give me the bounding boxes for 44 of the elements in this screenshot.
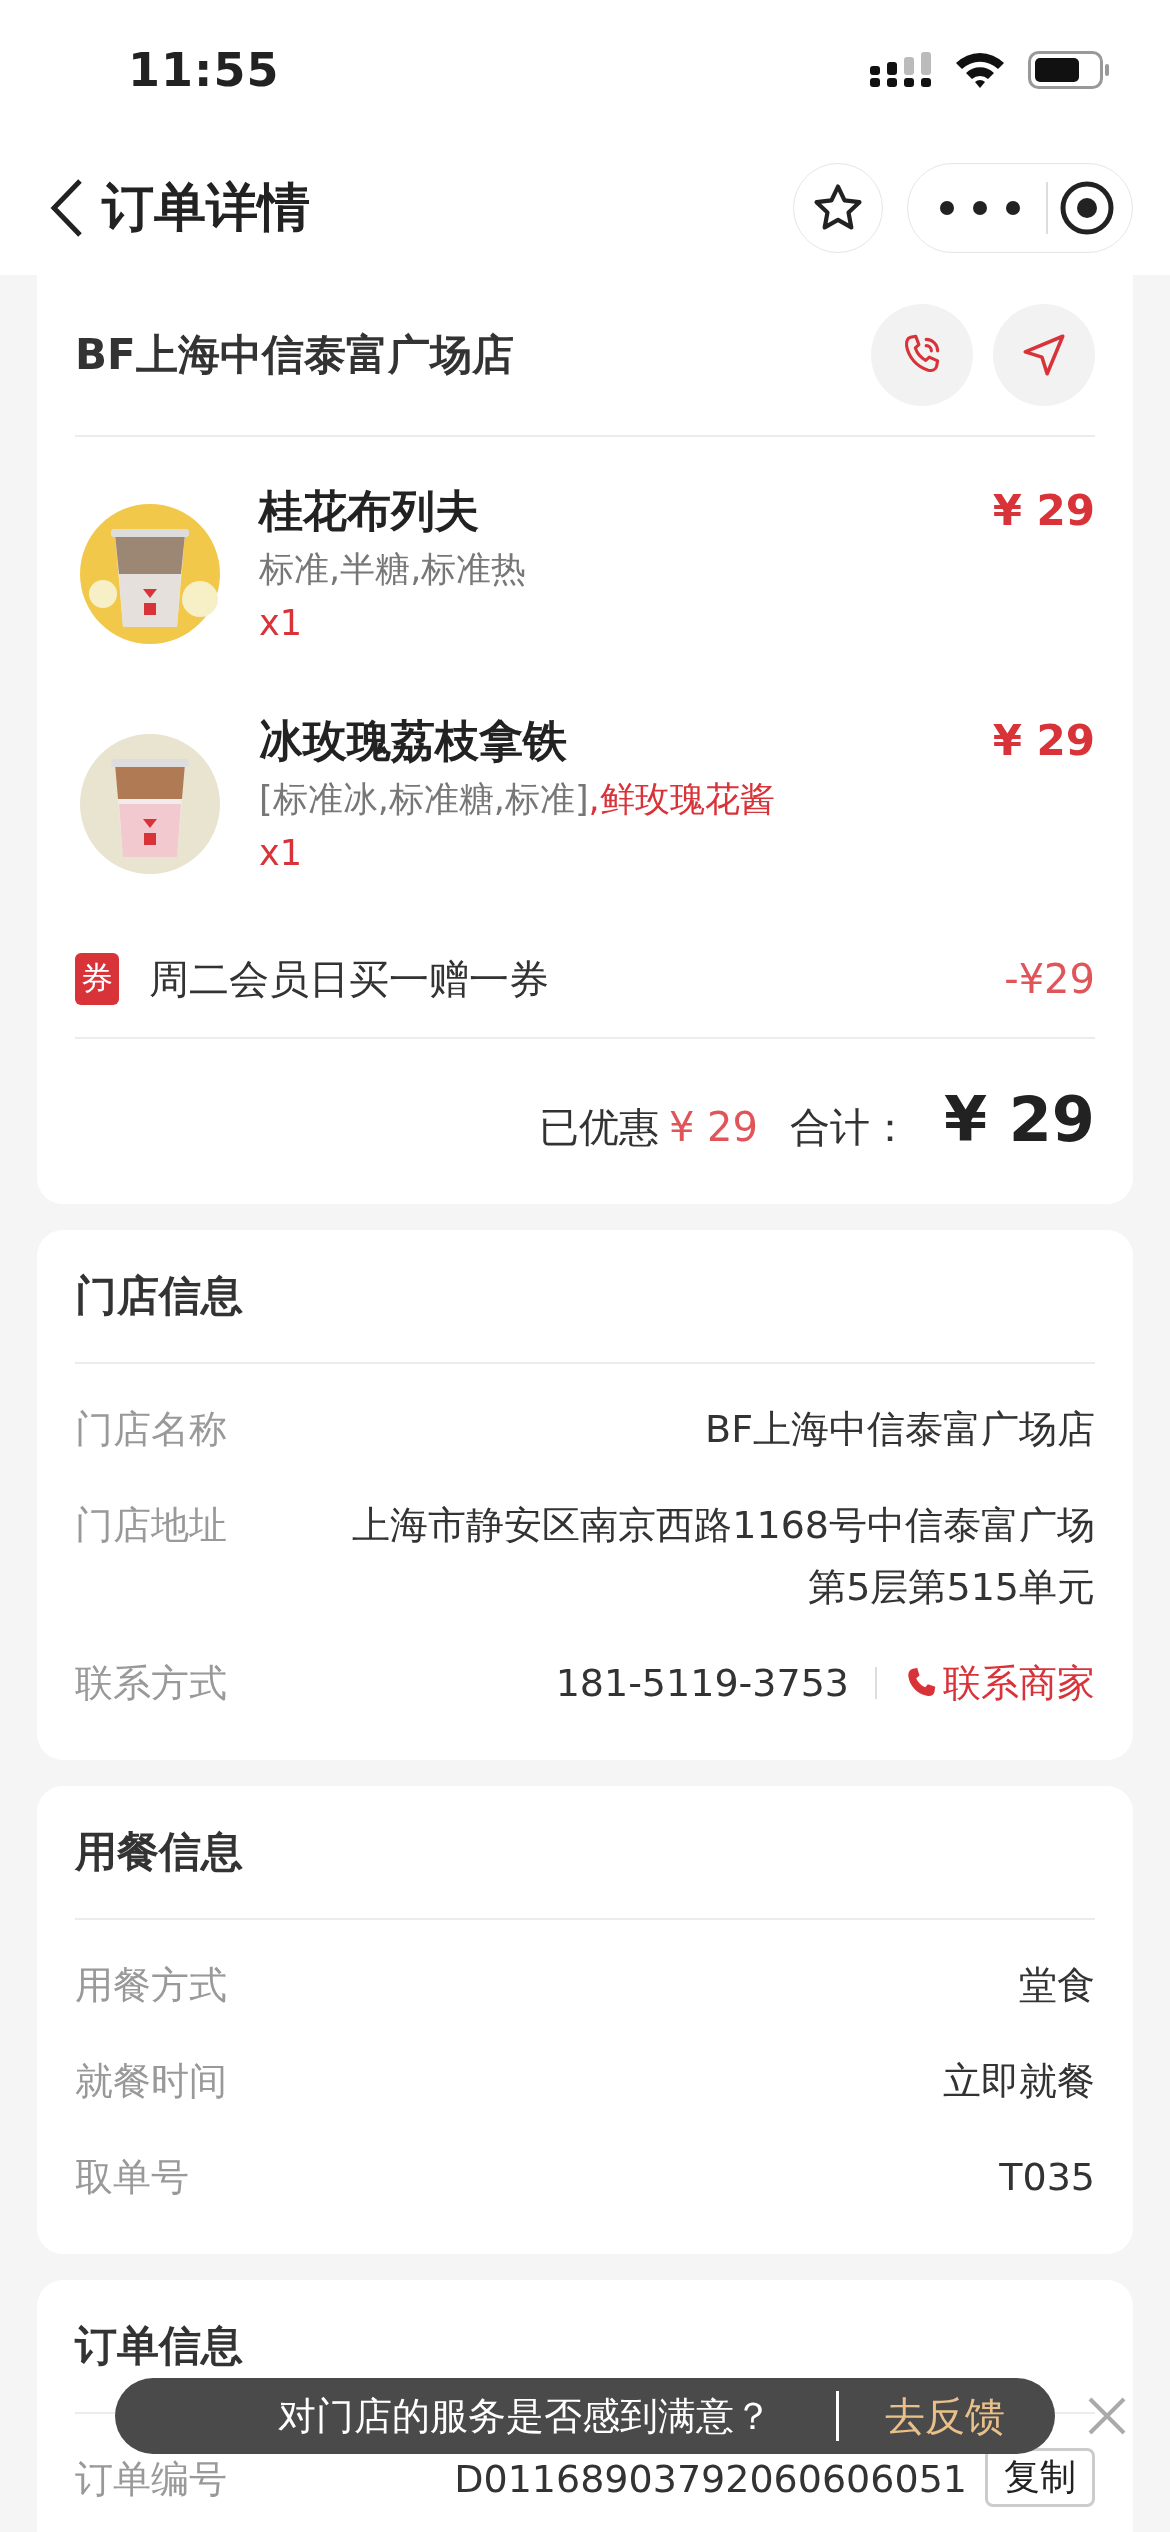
coupon-badge: 券: [75, 953, 119, 1005]
field-label: 用餐方式: [75, 1962, 227, 2009]
field-value: BF上海中信泰富广场店: [705, 1406, 1095, 1453]
product-name: 桂花布列夫: [259, 484, 480, 538]
field-value: T035: [999, 2154, 1095, 2201]
field-value: 堂食: [1019, 1962, 1095, 2009]
total-label: 合计：: [790, 1103, 910, 1152]
field-value: 181-5119-3753: [555, 1660, 849, 1707]
field-label: 取单号: [75, 2154, 189, 2201]
close-target-icon[interactable]: [1058, 179, 1115, 236]
field-label: 联系方式: [75, 1660, 227, 1707]
field-value: 上海市静安区南京西路1168号中信泰富广场第5层第515单元: [351, 1502, 1095, 1611]
section-title: 门店信息: [75, 1270, 243, 1322]
store-name: BF上海中信泰富广场店: [75, 329, 514, 381]
product-quantity: x1: [259, 832, 303, 875]
coupon-amount: -¥29: [1004, 956, 1095, 1002]
discount-amount: ¥ 29: [668, 1104, 758, 1150]
field-label: 门店地址: [75, 1502, 227, 1549]
product-name: 冰玫瑰荔枝拿铁: [259, 714, 568, 768]
coupon-name: 周二会员日买一赠一券: [149, 954, 549, 1004]
discount-label: 已优惠: [538, 1103, 659, 1152]
section-title: 订单信息: [75, 2320, 243, 2372]
product-price: ¥ 29: [992, 485, 1095, 537]
field-label: 就餐时间: [75, 2058, 227, 2105]
battery-icon: [1028, 51, 1110, 89]
product-options: [标准冰,标准糖,标准],鲜玫瑰花酱: [259, 771, 993, 827]
section-title: 用餐信息: [75, 1826, 243, 1878]
total-amount: ¥ 29: [944, 1083, 1095, 1156]
page-title: 订单详情: [102, 175, 310, 239]
wifi-icon: [954, 51, 1006, 89]
signal-icon: [870, 52, 932, 88]
product-price: ¥ 29: [992, 715, 1095, 767]
back-icon[interactable]: [50, 177, 84, 238]
field-value: 立即就餐: [943, 2058, 1095, 2105]
field-value: D01168903792060606051: [454, 2456, 967, 2503]
feedback-question: 对门店的服务是否感到满意？: [278, 2392, 772, 2440]
status-time: 11:55: [128, 43, 281, 97]
product-quantity: x1: [259, 602, 303, 645]
contact-merchant-link[interactable]: 联系商家: [903, 1652, 1095, 1714]
field-label: 门店名称: [75, 1406, 227, 1453]
feedback-link[interactable]: 去反馈: [885, 2388, 1005, 2444]
field-label: 订单编号: [75, 2456, 227, 2503]
copy-button[interactable]: 复制: [985, 2448, 1095, 2507]
product-options: 标准,半糖,标准热: [259, 541, 993, 597]
